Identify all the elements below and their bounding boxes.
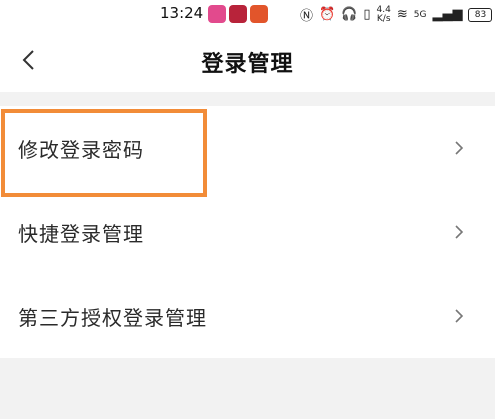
menu-item-label: 快捷登录管理	[18, 221, 144, 246]
menu-list: 修改登录密码 快捷登录管理 第三方授权登录管理	[0, 106, 495, 358]
app-notification-icon	[208, 5, 226, 23]
chevron-right-icon	[455, 141, 464, 155]
network-speed-unit: K/s	[376, 13, 391, 24]
page-title: 登录管理	[201, 52, 294, 77]
battery-icon: 83	[468, 7, 493, 22]
menu-item-label: 第三方授权登录管理	[18, 305, 207, 330]
header: 登录管理	[0, 28, 495, 92]
app-notification-icon	[250, 5, 268, 23]
menu-item-change-password[interactable]: 修改登录密码	[0, 106, 495, 190]
chevron-right-icon	[455, 309, 464, 323]
menu-item-quick-login[interactable]: 快捷登录管理	[0, 190, 495, 274]
signal-icon: ▂▄▆	[432, 7, 463, 22]
network-speed: 4.4 K/s	[376, 5, 391, 24]
status-icons: Ⓝ ⏰ 🎧 ▯ 4.4 K/s ≋ 5G ▂▄▆ 83	[300, 5, 493, 24]
wifi-icon: ≋	[396, 7, 408, 22]
status-time: 13:24	[160, 4, 204, 22]
chevron-right-icon	[455, 225, 464, 239]
app-notification-icon	[229, 5, 247, 23]
alarm-icon: ⏰	[319, 7, 336, 22]
menu-item-label: 修改登录密码	[18, 137, 144, 162]
vibrate-icon: ▯	[363, 7, 371, 22]
nfc-icon: Ⓝ	[300, 9, 314, 24]
headphones-icon: 🎧	[341, 7, 358, 22]
status-bar: 13:24 Ⓝ ⏰ 🎧 ▯ 4.4 K/s ≋ 5G ▂▄▆ 83	[0, 0, 495, 28]
network-type: 5G	[413, 9, 427, 20]
menu-item-third-party-login[interactable]: 第三方授权登录管理	[0, 274, 495, 358]
